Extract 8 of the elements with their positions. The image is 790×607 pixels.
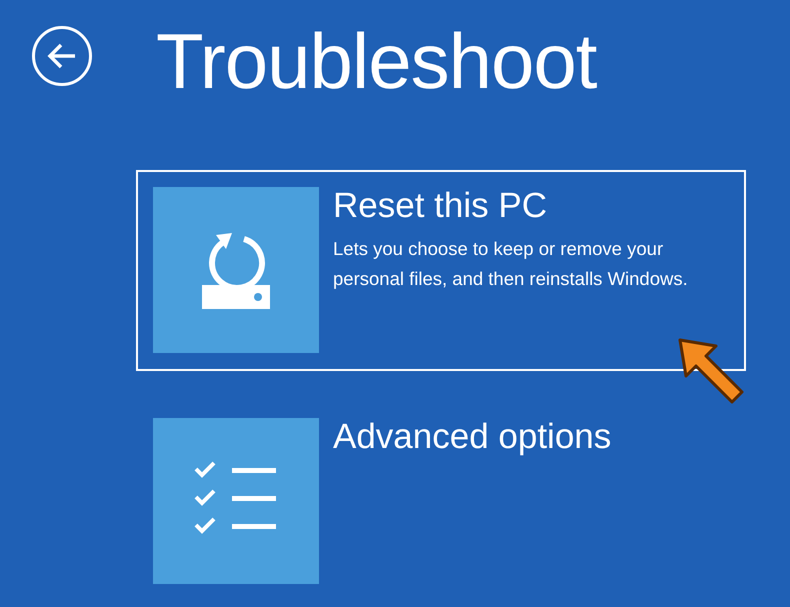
- option-title: Reset this PC: [333, 187, 548, 226]
- option-item[interactable]: Reset this PC Lets you choose to keep or remove your personal files, and then reinstalls Windows.: [136, 170, 746, 371]
- option-title: Advanced options: [333, 418, 612, 456]
- option-description: Lets you choose to keep or remove your personal files, and then reinstalls Windows.: [333, 236, 689, 291]
- back-button[interactable]: [32, 26, 92, 86]
- page-title: Troubleshoot: [156, 22, 596, 100]
- option-item[interactable]: Advanced options: [136, 401, 746, 602]
- back-arrow-icon: [47, 43, 77, 69]
